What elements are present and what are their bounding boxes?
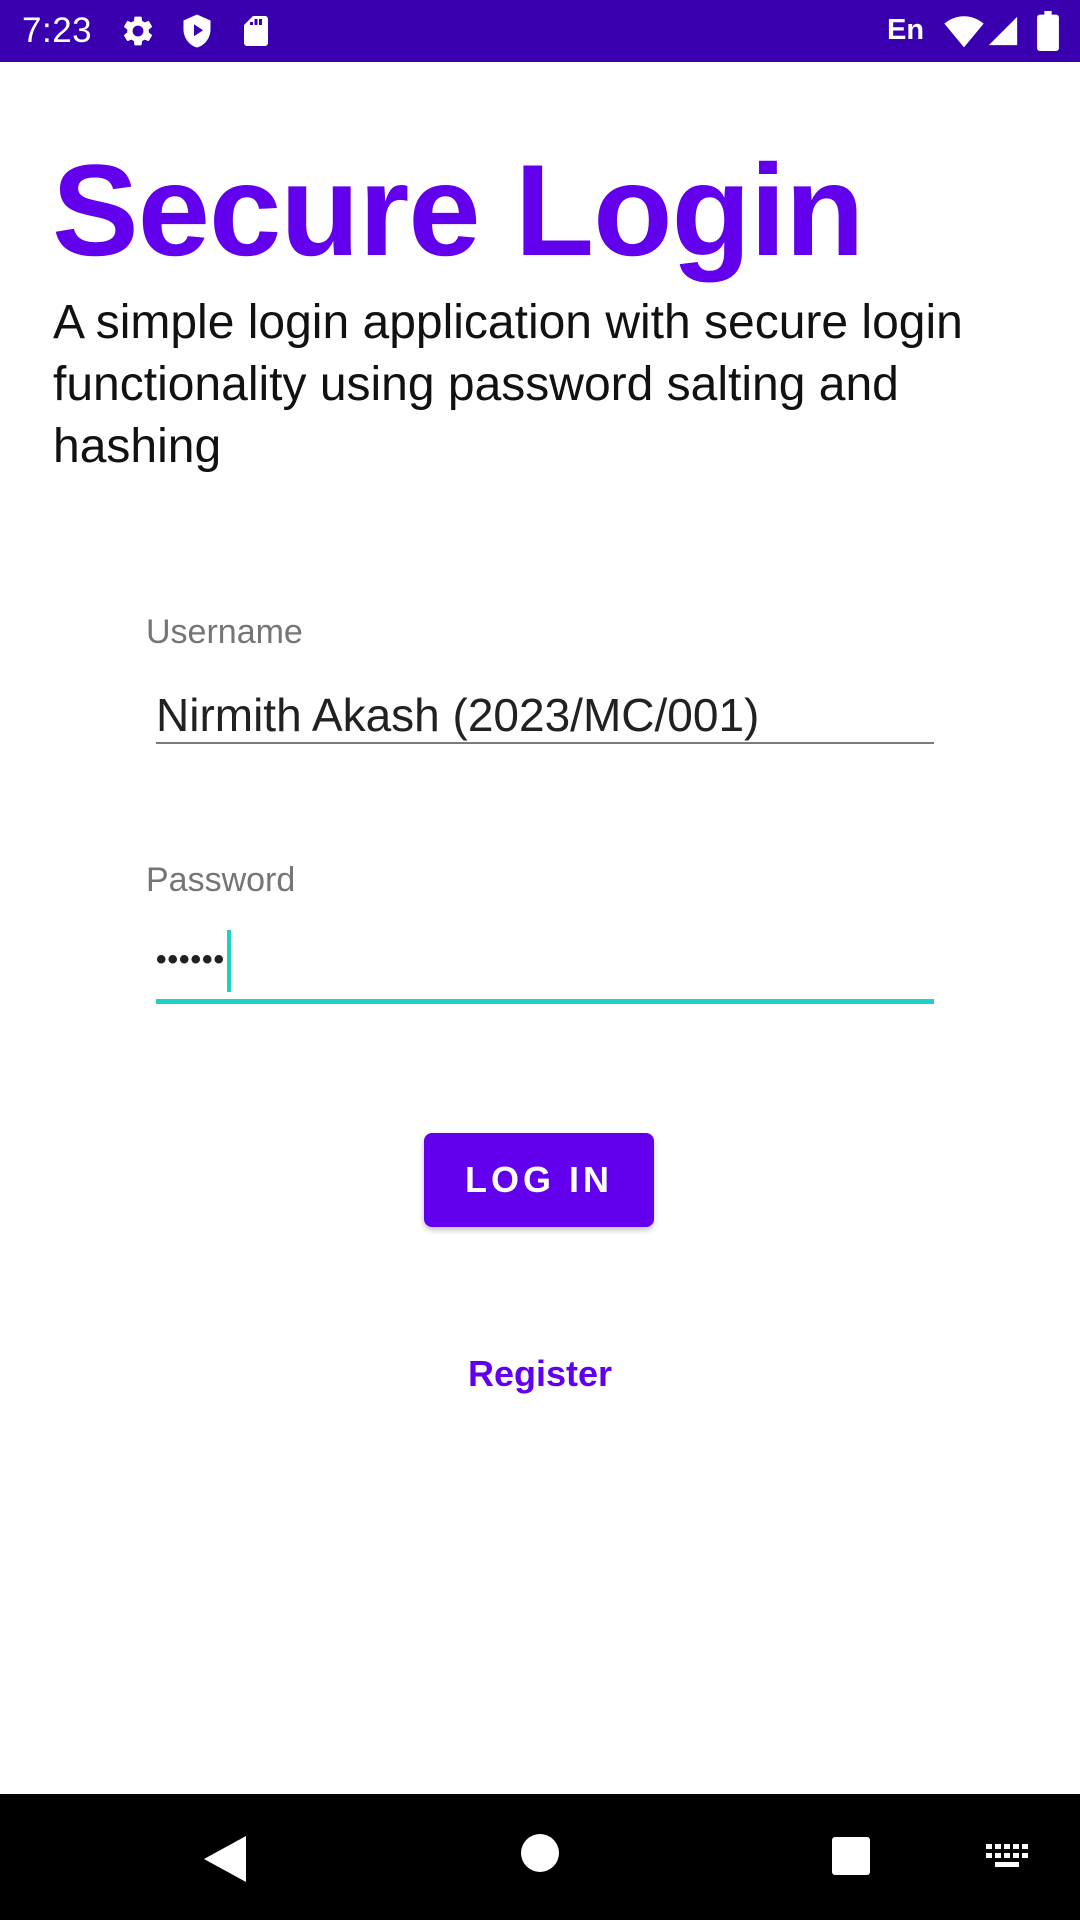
shield-play-icon [179,13,215,49]
battery-icon [1036,11,1060,51]
language-indicator: En [887,14,925,46]
recents-icon[interactable] [831,1836,871,1876]
text-caret [227,930,232,992]
settings-icon [120,13,156,49]
login-button[interactable]: LOG IN [424,1133,654,1227]
home-icon[interactable] [520,1833,560,1873]
sd-card-icon [238,13,274,49]
wifi-icon [944,13,984,49]
status-bar: 7:23 En [0,0,1080,62]
password-value: •••••• [156,943,226,976]
navigation-bar [0,1794,1080,1920]
password-field[interactable]: •••••• [156,930,934,1004]
cellular-signal-icon [986,14,1020,48]
register-link[interactable]: Register [380,1352,700,1396]
status-time: 7:23 [22,11,93,50]
username-label: Username [146,613,303,651]
back-icon[interactable] [202,1834,248,1884]
page-title: Secure Login [52,137,864,283]
password-label: Password [146,861,296,899]
username-field[interactable]: Nirmith Akash (2023/MC/001) [156,686,934,744]
page-description: A simple login application with secure l… [53,296,963,473]
keyboard-icon[interactable] [986,1844,1030,1872]
username-value: Nirmith Akash (2023/MC/001) [156,689,760,741]
